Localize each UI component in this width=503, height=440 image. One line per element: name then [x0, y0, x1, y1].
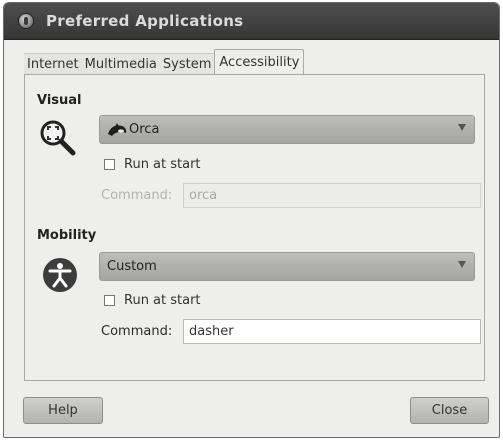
visual-run-at-start-checkbox[interactable]	[104, 159, 115, 170]
visual-run-at-start-label: Run at start	[124, 157, 201, 172]
tab-internet[interactable]: Internet	[24, 53, 82, 75]
window-title: Preferred Applications	[46, 12, 244, 30]
visual-heading: Visual	[37, 93, 82, 108]
preferred-applications-window: Preferred Applications Internet Multimed…	[3, 2, 500, 438]
preferences-icon[interactable]	[18, 13, 34, 29]
visual-command-label: Command:	[101, 188, 173, 203]
tab-accessibility[interactable]: Accessibility	[214, 49, 305, 75]
magnifier-icon	[40, 120, 76, 156]
help-button[interactable]: Help	[23, 397, 103, 424]
mobility-run-at-start[interactable]: Run at start	[104, 293, 201, 308]
close-button[interactable]: Close	[410, 397, 489, 424]
mobility-run-at-start-label: Run at start	[124, 293, 201, 308]
visual-run-at-start[interactable]: Run at start	[104, 157, 201, 172]
mobility-run-at-start-checkbox[interactable]	[104, 295, 115, 306]
title-bar[interactable]: Preferred Applications	[4, 3, 499, 40]
mobility-heading: Mobility	[37, 228, 97, 243]
chevron-down-icon	[458, 124, 466, 131]
orca-whale-icon	[108, 122, 127, 136]
mobility-command-field[interactable]	[183, 319, 481, 344]
chevron-down-icon	[458, 261, 466, 268]
accessibility-person-icon	[43, 258, 77, 292]
accessibility-panel: Visual Orca Run at start Command: Mobili…	[24, 74, 485, 381]
mobility-app-select[interactable]: Custom	[99, 252, 475, 281]
visual-command-field[interactable]	[183, 183, 481, 208]
visual-app-select[interactable]: Orca	[99, 115, 475, 144]
tab-system[interactable]: System	[159, 53, 215, 75]
tab-bar: Internet Multimedia System Accessibility	[24, 49, 305, 75]
tab-multimedia[interactable]: Multimedia	[81, 53, 160, 75]
mobility-app-value: Custom	[107, 259, 157, 274]
mobility-command-label: Command:	[101, 324, 173, 339]
visual-app-value: Orca	[129, 122, 160, 137]
